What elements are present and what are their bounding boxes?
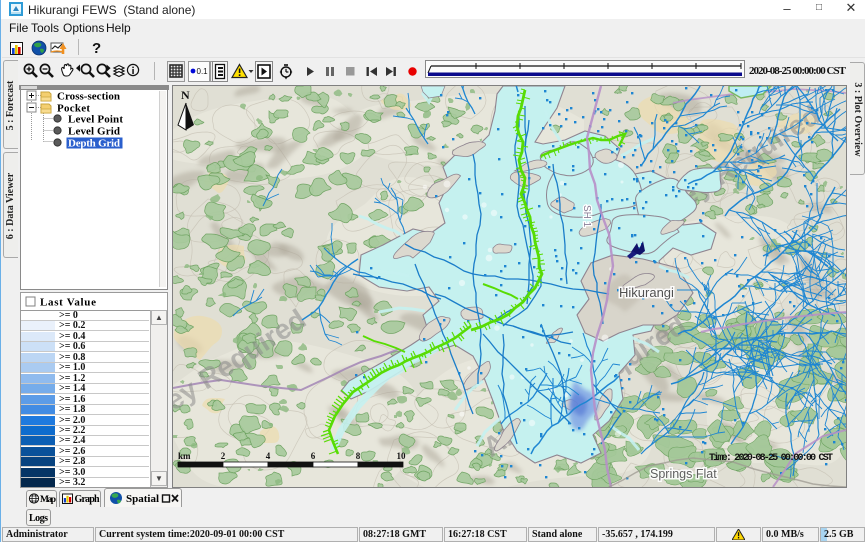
svg-text:Map: Map — [40, 495, 56, 505]
svg-text:Last Value: Last Value — [40, 297, 96, 309]
svg-text:Level Point: Level Point — [68, 114, 123, 126]
svg-text:Depth Grid: Depth Grid — [68, 138, 120, 150]
svg-text:8: 8 — [356, 451, 361, 461]
svg-text:km: km — [178, 451, 191, 461]
svg-text:10: 10 — [397, 451, 407, 461]
svg-text:SH 1: SH 1 — [581, 205, 592, 228]
svg-text:Hikurangi: Hikurangi — [619, 285, 674, 300]
svg-text:Time: 2020-08-25 00:00:00 CST: Time: 2020-08-25 00:00:00 CST — [709, 452, 833, 464]
svg-text:2: 2 — [221, 451, 226, 461]
svg-text:Level Grid: Level Grid — [68, 126, 120, 138]
svg-text:Logs: Logs — [29, 513, 48, 524]
svg-text:?: ? — [92, 40, 101, 57]
svg-text:Graph: Graph — [75, 494, 100, 505]
svg-text:0.1: 0.1 — [197, 67, 209, 76]
svg-text:6: 6 — [311, 451, 316, 461]
svg-text:N: N — [181, 88, 190, 102]
svg-text:Springs Flat: Springs Flat — [650, 467, 717, 481]
svg-text:4: 4 — [266, 451, 271, 461]
svg-text:Spatial: Spatial — [126, 493, 159, 505]
svg-text:Cross-section: Cross-section — [57, 91, 120, 103]
svg-text:2020-08-25 00:00:00 CST: 2020-08-25 00:00:00 CST — [749, 65, 847, 77]
